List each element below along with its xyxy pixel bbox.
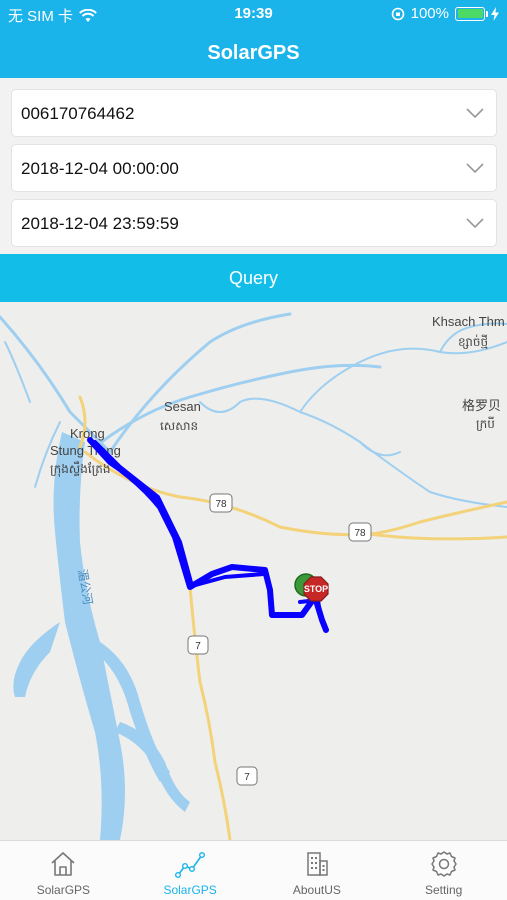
tab-bar: SolarGPS SolarGPS AboutUS Setting (0, 840, 507, 900)
end-time-value: 2018-12-04 23:59:59 (21, 214, 179, 233)
route-7b-label: 7 (244, 772, 250, 783)
start-time-select[interactable]: 2018-12-04 00:00:00 (11, 144, 497, 192)
nav-title: SolarGPS (0, 28, 507, 78)
tab-about[interactable]: AboutUS (254, 841, 381, 900)
place-label-gelaobei: 格罗贝 (462, 398, 501, 413)
end-time-select[interactable]: 2018-12-04 23:59:59 (11, 199, 497, 247)
roads (78, 395, 507, 840)
route-shield-7b: 7 (236, 766, 258, 786)
place-label-gelaobei-khmer: ក្របី (476, 416, 495, 431)
tab-track-label: SolarGPS (163, 883, 217, 897)
place-label-sesan: Sesan (164, 399, 201, 414)
charging-bolt-icon (491, 6, 499, 21)
tab-home[interactable]: SolarGPS (0, 841, 127, 900)
gear-icon (430, 851, 457, 877)
chevron-down-icon (466, 108, 484, 119)
stop-marker-icon[interactable]: STOP (303, 576, 329, 602)
place-label-sesan-khmer: សេសាន (160, 419, 198, 433)
status-bar: 无 SIM 卡 19:39 100% (0, 0, 507, 28)
route-7a-label: 7 (195, 641, 201, 652)
query-button[interactable]: Query (0, 254, 507, 302)
tab-setting[interactable]: Setting (380, 841, 507, 900)
stop-marker-label: STOP (304, 584, 328, 594)
tab-setting-label: Setting (424, 883, 463, 897)
device-id-select[interactable]: 006170764462 (11, 89, 497, 137)
battery-icon (455, 6, 488, 21)
tab-about-label: AboutUS (292, 883, 341, 897)
place-label-stung-treng-khmer: ក្រុងស្ទឹងត្រែង (50, 461, 110, 477)
status-right: 100% (391, 5, 499, 22)
route-shield-78a: 78 (209, 493, 233, 513)
track-chart-icon (175, 852, 206, 879)
tab-home-label: SolarGPS (36, 883, 91, 897)
battery-percent: 100% (410, 5, 449, 22)
chevron-down-icon (466, 218, 484, 229)
device-id-value: 006170764462 (21, 104, 135, 123)
route-78a-label: 78 (215, 499, 227, 510)
home-icon (51, 852, 75, 876)
gps-track (87, 437, 329, 633)
tab-track[interactable]: SolarGPS (127, 841, 254, 900)
start-time-value: 2018-12-04 00:00:00 (21, 159, 179, 178)
orientation-lock-icon (391, 7, 404, 20)
route-78b-label: 78 (354, 528, 366, 539)
building-icon (307, 852, 328, 876)
route-shield-7a: 7 (187, 635, 209, 655)
place-label-khsach: Khsach Thm (432, 314, 505, 329)
map-view[interactable]: 78 78 7 7 Krong Stung Treng ក្រុងស្ទឹងត្… (0, 302, 507, 840)
route-shield-78b: 78 (348, 522, 372, 542)
chevron-down-icon (466, 163, 484, 174)
place-label-khsach-khmer: ខ្សាច់ថ្មី (458, 334, 488, 349)
